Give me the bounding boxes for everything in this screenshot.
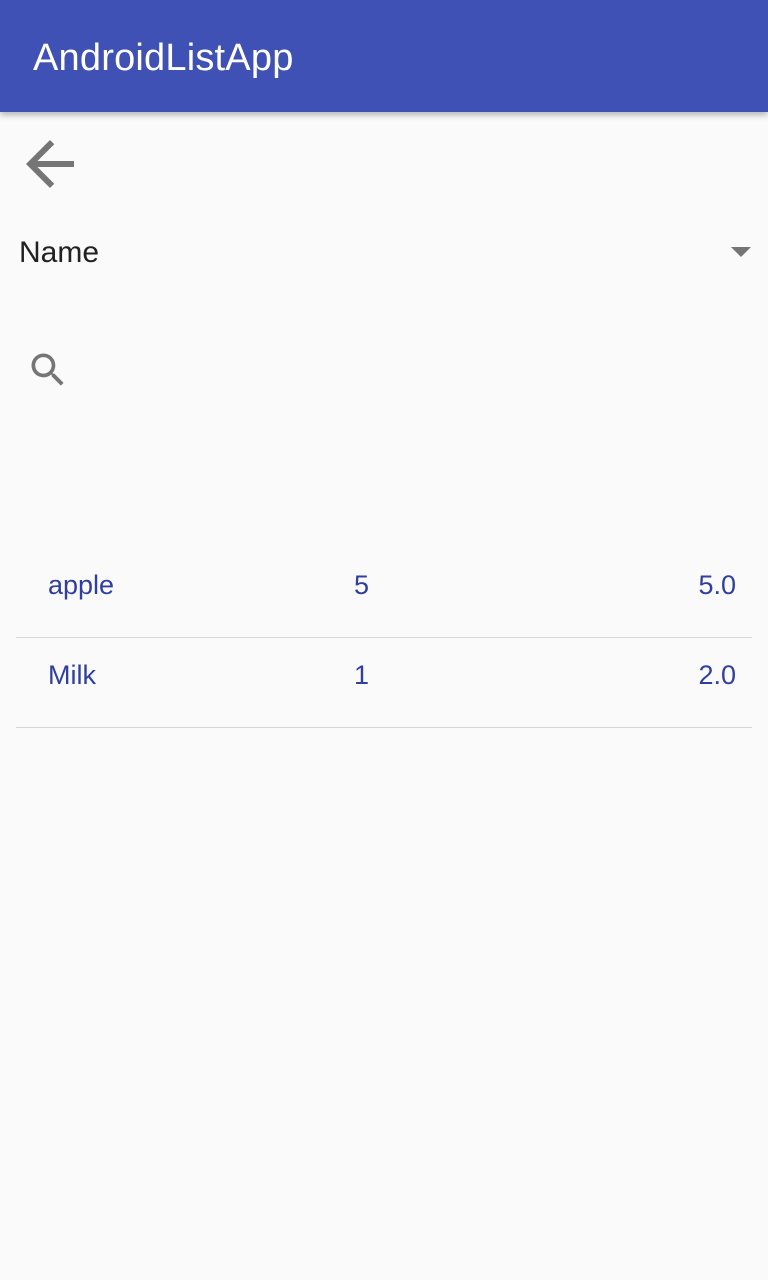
back-button[interactable]: [10, 124, 90, 204]
item-quantity: 5: [354, 570, 370, 600]
arrow-back-icon: [26, 140, 74, 188]
sort-spinner[interactable]: Name: [0, 218, 768, 290]
item-list: apple 5 5.0 Milk 1 2.0: [16, 548, 752, 728]
item-name: apple: [48, 570, 115, 600]
item-price: 2.0: [698, 660, 736, 690]
list-item[interactable]: apple 5 5.0: [16, 548, 752, 638]
search-icon: [31, 353, 64, 386]
search-button[interactable]: [16, 338, 80, 402]
item-name: Milk: [48, 660, 96, 690]
app-title: AndroidListApp: [33, 37, 294, 79]
item-price: 5.0: [698, 570, 736, 600]
app-bar: AndroidListApp: [0, 0, 768, 112]
list-item[interactable]: Milk 1 2.0: [16, 638, 752, 728]
sort-spinner-value: Name: [19, 236, 100, 269]
dropdown-arrow-icon: [731, 247, 751, 257]
item-quantity: 1: [354, 660, 370, 690]
